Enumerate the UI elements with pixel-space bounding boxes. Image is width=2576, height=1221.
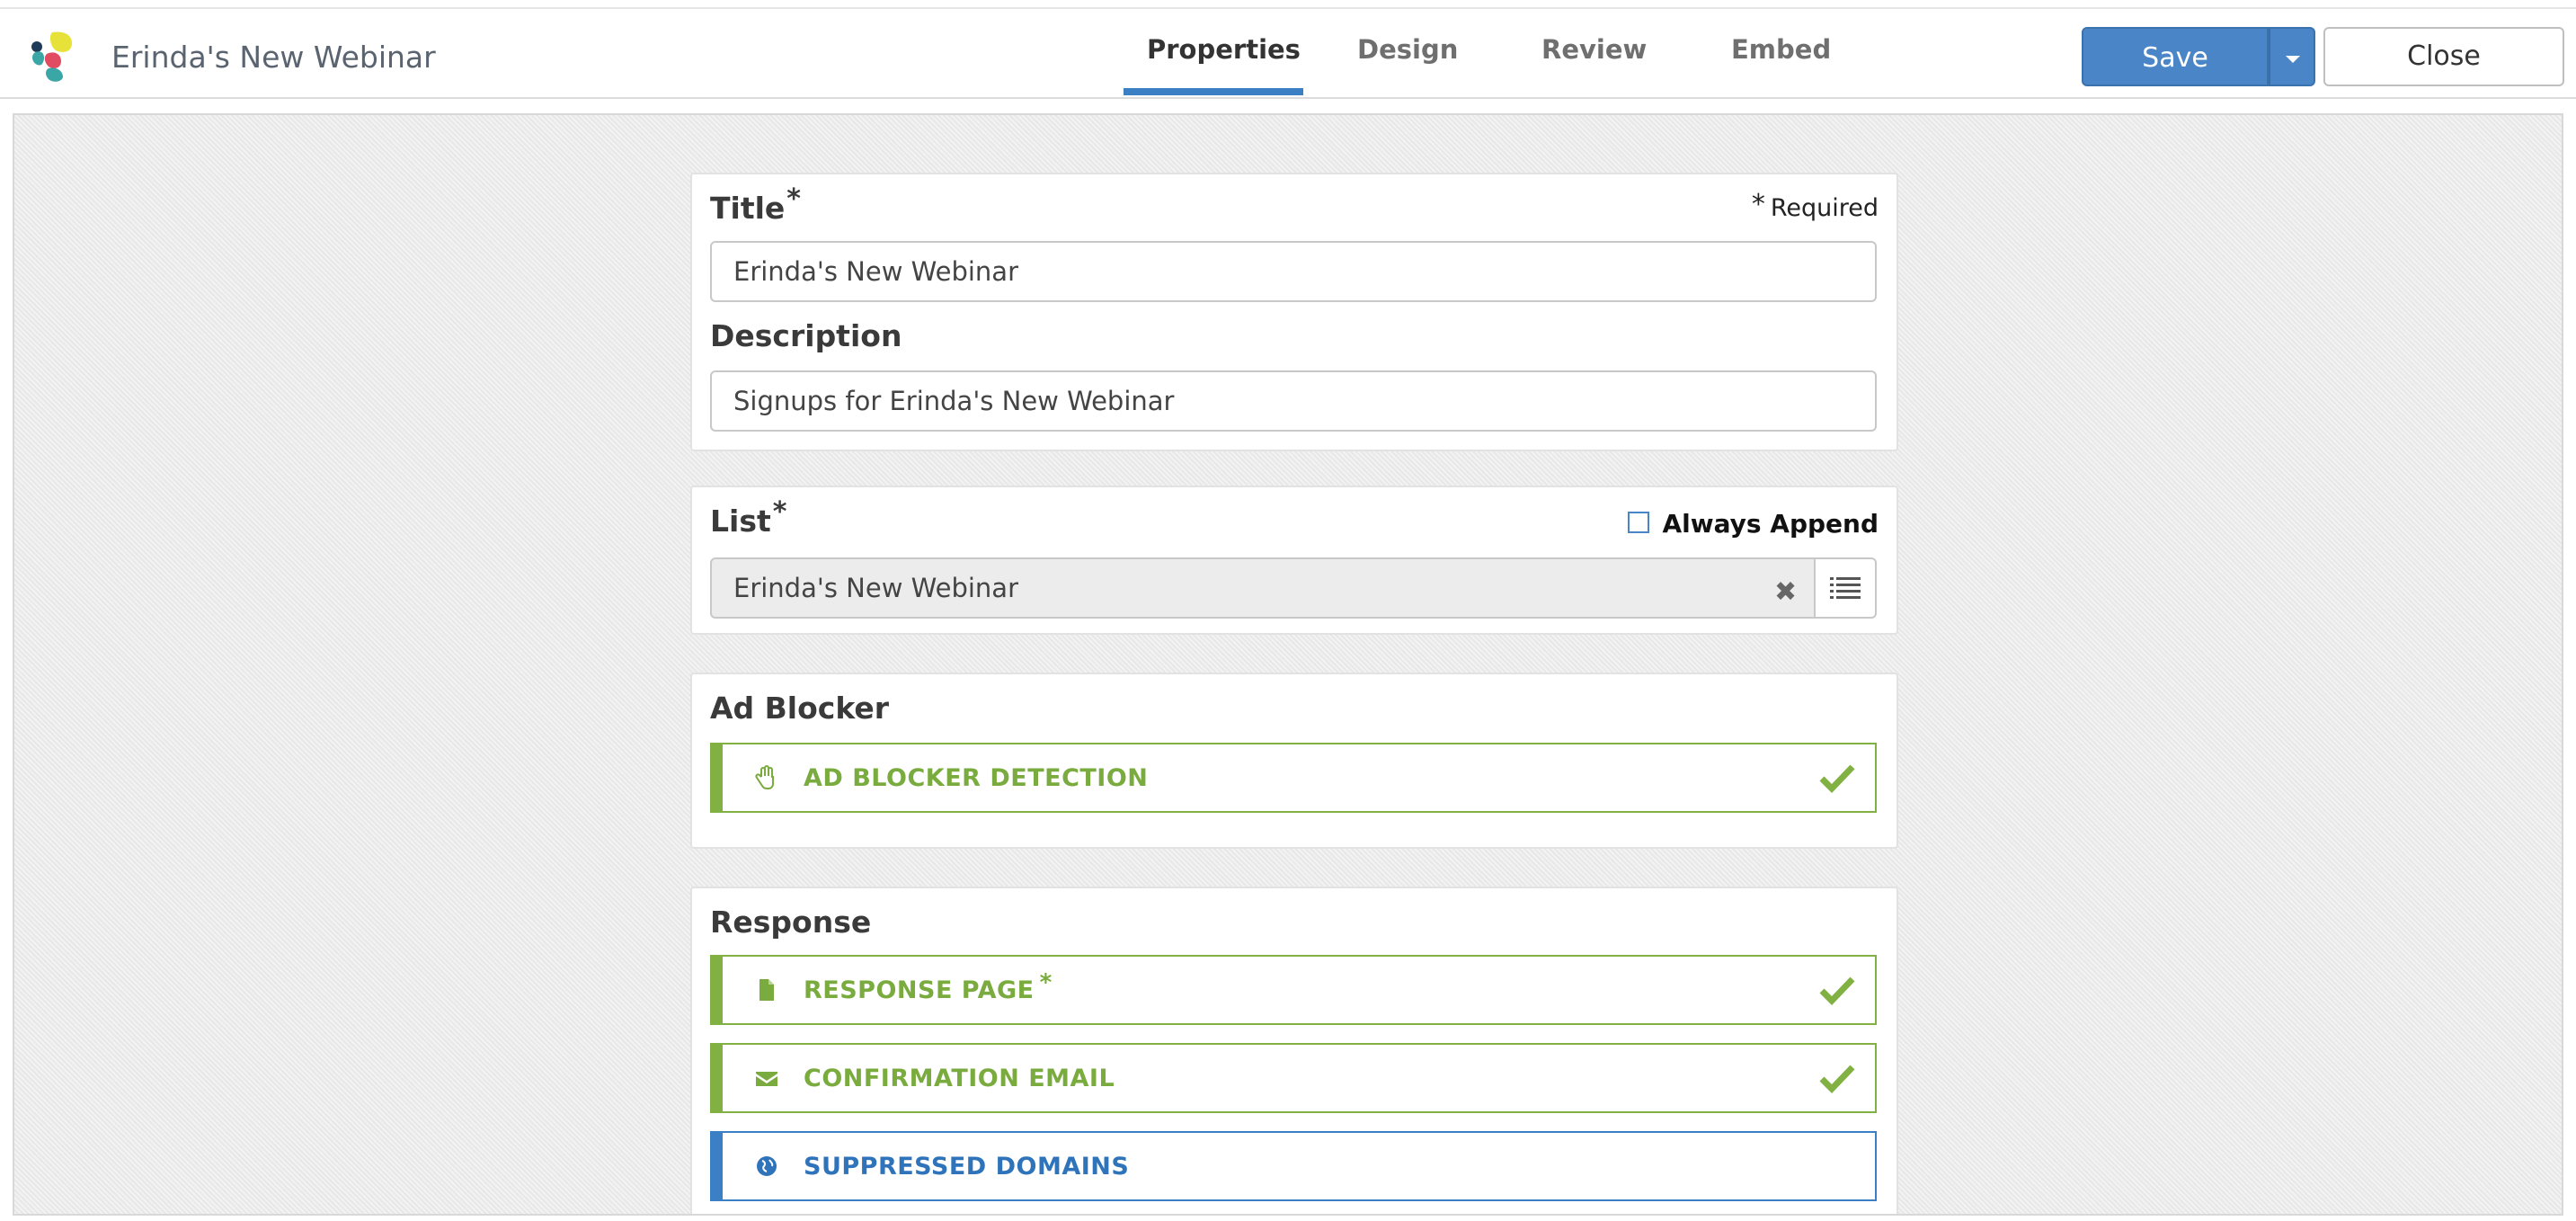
tab-embed[interactable]: Embed (1731, 34, 1831, 65)
list-card: List* Always Append Erinda's New Webinar… (690, 486, 1898, 635)
envelope-icon (756, 1072, 777, 1086)
file-icon (759, 979, 774, 1001)
description-input[interactable]: Signups for Erinda's New Webinar (710, 370, 1877, 432)
form-canvas: Title* * Required Erinda's New Webinar De… (13, 113, 2563, 1216)
check-icon (1819, 1065, 1855, 1093)
suppressed-domains-label: SUPPRESSED DOMAINS (804, 1153, 1130, 1181)
tab-properties[interactable]: Properties (1147, 34, 1301, 65)
app-logo-icon (31, 31, 72, 82)
required-note: * Required (1751, 189, 1879, 222)
tab-review[interactable]: Review (1541, 34, 1647, 65)
list-label: List* (710, 496, 787, 539)
confirmation-email-item[interactable]: CONFIRMATION EMAIL (710, 1043, 1877, 1113)
tab-design[interactable]: Design (1357, 34, 1458, 65)
ad-blocker-detection-item[interactable]: AD BLOCKER DETECTION (710, 743, 1877, 813)
title-input[interactable]: Erinda's New Webinar (710, 241, 1877, 302)
check-icon (1819, 976, 1855, 1005)
caret-down-icon (2286, 56, 2300, 63)
close-button[interactable]: Close (2323, 27, 2564, 86)
ad-blocker-detection-label: AD BLOCKER DETECTION (804, 764, 1149, 792)
list-select-field[interactable]: Erinda's New Webinar ✖ (710, 557, 1816, 619)
ad-blocker-card: Ad Blocker AD BLOCKER DETECTION (690, 673, 1898, 849)
description-label: Description (710, 318, 902, 353)
ad-blocker-heading: Ad Blocker (710, 691, 890, 726)
checkbox-icon[interactable] (1628, 512, 1650, 533)
globe-icon (757, 1156, 777, 1176)
title-label: Title* (710, 183, 801, 226)
page-title: Erinda's New Webinar (111, 40, 436, 75)
response-heading: Response (710, 905, 872, 940)
confirmation-email-label: CONFIRMATION EMAIL (804, 1065, 1115, 1092)
response-page-label: RESPONSE PAGE * (804, 969, 1053, 1004)
properties-card: Title* * Required Erinda's New Webinar De… (690, 173, 1898, 451)
check-icon (1819, 764, 1855, 793)
close-icon[interactable]: ✖ (1774, 579, 1797, 606)
response-card: Response RESPONSE PAGE * CONFIRMATION EMA… (690, 887, 1898, 1214)
hand-icon (755, 765, 774, 789)
suppressed-domains-item[interactable]: SUPPRESSED DOMAINS (710, 1131, 1877, 1201)
save-options-dropdown[interactable] (2269, 27, 2315, 86)
list-icon (1830, 577, 1861, 599)
always-append-checkbox[interactable]: Always Append (1628, 509, 1879, 539)
save-button[interactable]: Save (2082, 27, 2269, 86)
required-asterisk: * (786, 183, 801, 215)
response-page-item[interactable]: RESPONSE PAGE * (710, 955, 1877, 1025)
top-bar: Erinda's New Webinar Properties Design R… (0, 7, 2576, 99)
active-tab-indicator (1124, 88, 1303, 95)
browse-lists-button[interactable] (1816, 557, 1877, 619)
list-selected-value: Erinda's New Webinar (733, 573, 1018, 603)
